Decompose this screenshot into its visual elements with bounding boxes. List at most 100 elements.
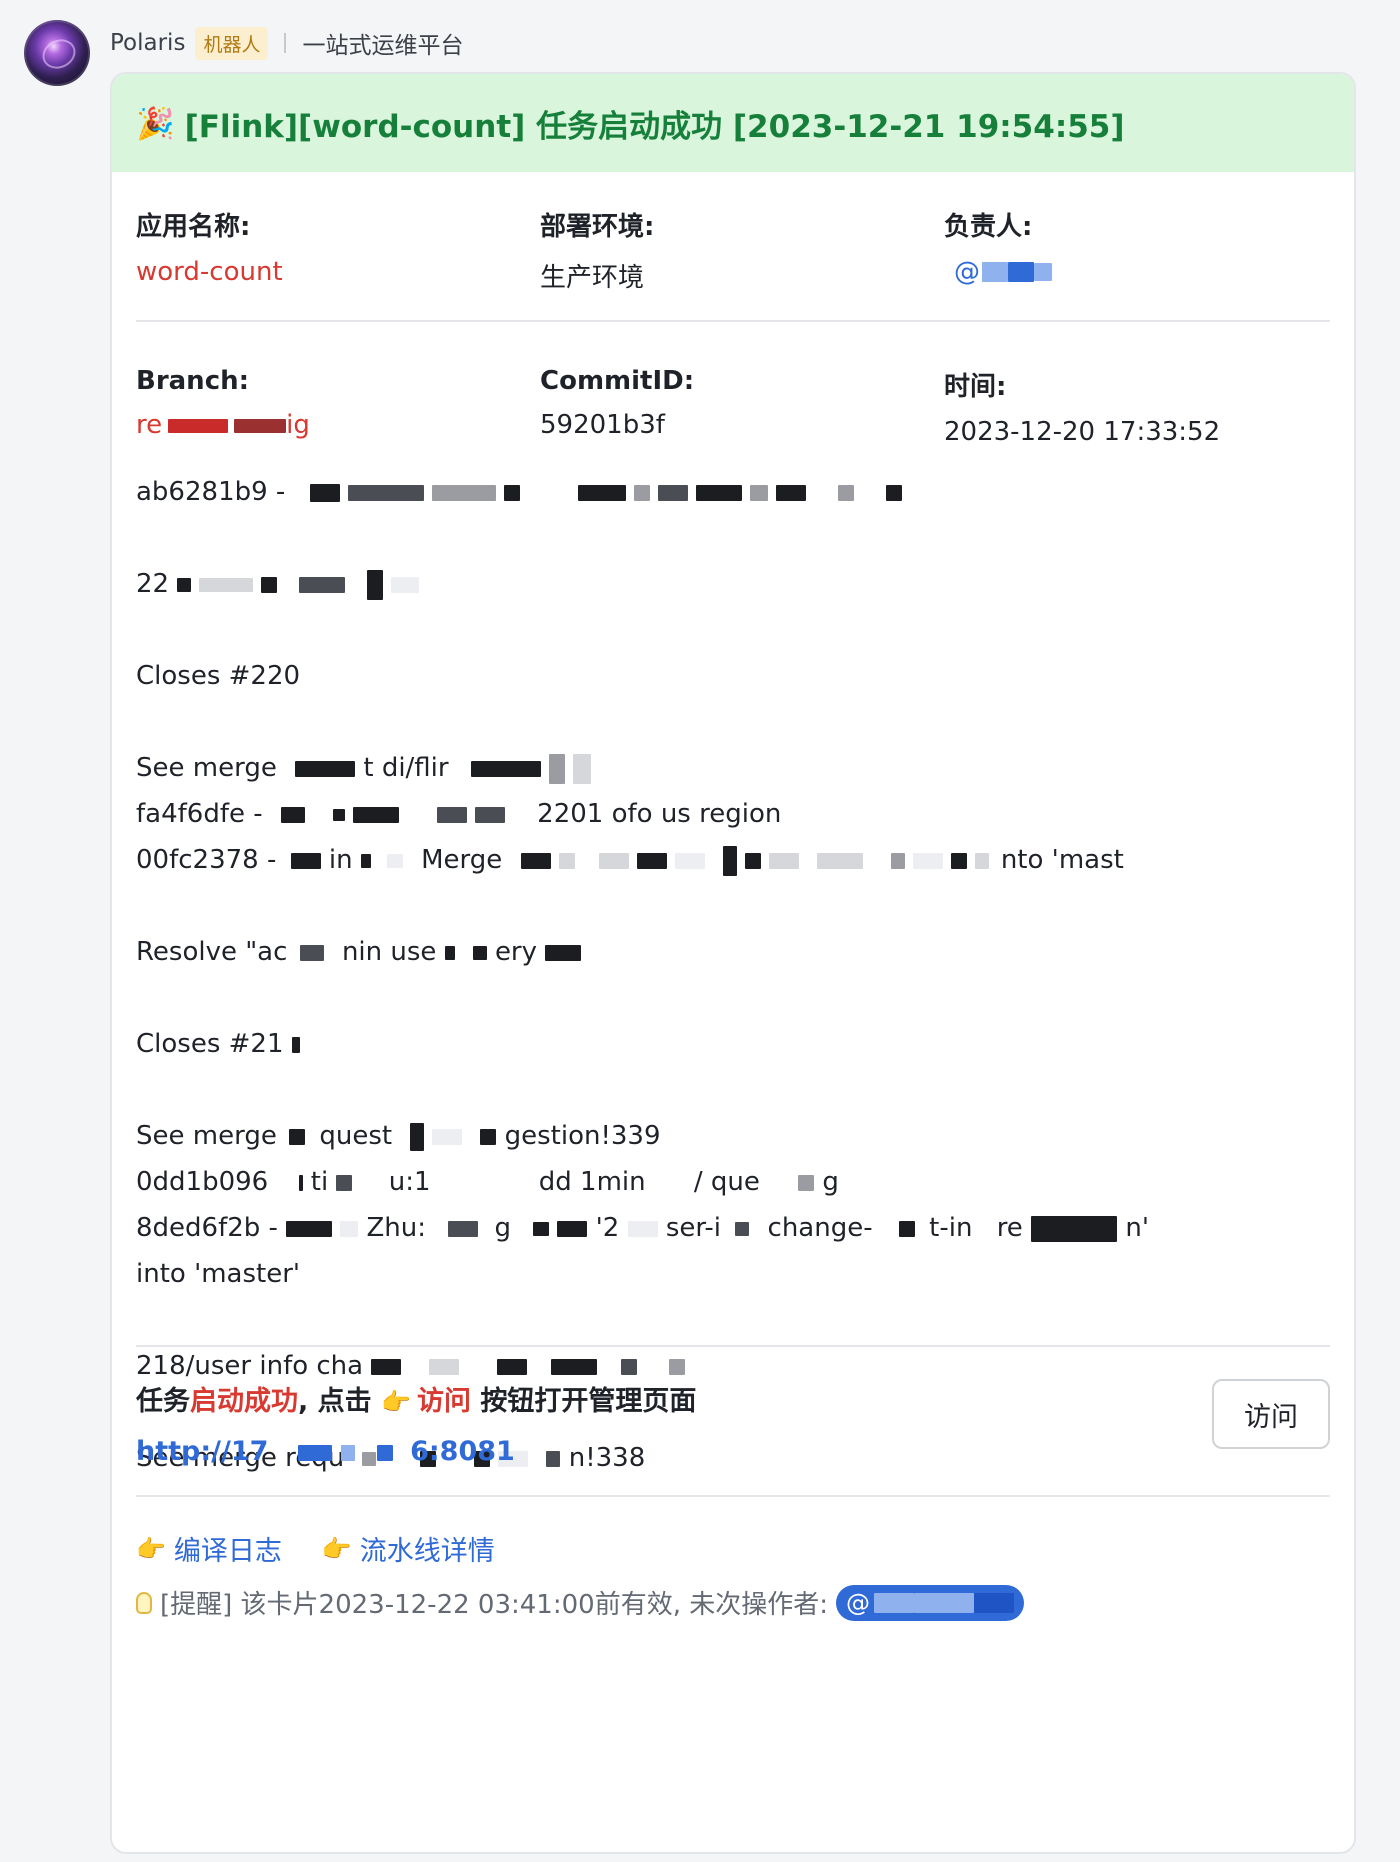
redacted-block	[598, 852, 629, 869]
commit-fragment: nto 'mast	[1000, 845, 1124, 875]
redacted-block	[448, 1220, 479, 1237]
owner-mention-at: @	[954, 257, 980, 287]
build-log-link[interactable]: 👉 编译日志	[136, 1529, 282, 1568]
mention-at: @	[845, 1588, 870, 1617]
card-title: 🎉 [Flink][word-count] 任务启动成功 [2023-12-21…	[112, 74, 1354, 172]
redacted-block	[367, 569, 384, 600]
redacted-block	[347, 484, 424, 501]
commit-line-text: 22	[136, 569, 170, 599]
action-text-part: 按钮打开管理页面	[470, 1386, 697, 1417]
redacted-block	[289, 1128, 306, 1145]
commit-fragment: change-	[767, 1213, 873, 1243]
redacted-block	[735, 1221, 750, 1236]
action-text-highlight: 启动成功	[190, 1386, 298, 1417]
branch-field: Branch: re ig	[136, 366, 540, 447]
redacted-block	[432, 1128, 463, 1145]
branch-label: Branch:	[136, 366, 250, 396]
redacted-block	[280, 806, 305, 823]
redacted-block	[168, 418, 229, 433]
redacted-block	[291, 1036, 300, 1053]
redacted-block	[261, 576, 278, 593]
redacted-block	[340, 1220, 359, 1237]
commit-fragment: nin use	[341, 937, 437, 967]
commit-line-text: ab6281b9 -	[136, 477, 286, 507]
owner-mention[interactable]: @	[954, 257, 1052, 287]
redacted-block	[744, 852, 761, 869]
redacted-block	[299, 576, 346, 593]
redacted-block	[410, 1122, 425, 1151]
app-info-row: 应用名称: word-count 部署环境: 生产环境 负责人: @	[136, 172, 1330, 322]
action-text: 任务启动成功, 点击 👉 访问 按钮打开管理页面	[136, 1379, 696, 1418]
env-label: 部署环境:	[540, 212, 655, 242]
redacted-block	[912, 852, 943, 869]
redacted-block	[199, 577, 254, 592]
commit-line: See merge quest gestion!339	[136, 1113, 1330, 1159]
redacted-block	[695, 484, 742, 501]
commit-line-text: Resolve "ac	[136, 937, 288, 967]
commit-line-text: 218/user info cha	[136, 1351, 364, 1381]
commit-line: 8ded6f2b - Zhu: g '2 ser-i change- t-in …	[136, 1205, 1330, 1251]
redacted-block	[973, 1592, 1014, 1613]
redacted-block	[332, 808, 345, 821]
card-title-text: [Flink][word-count] 任务启动成功 [2023-12-21 1…	[184, 108, 1125, 145]
redacted-block	[577, 484, 626, 501]
redacted-block	[429, 1358, 460, 1375]
time-field: 时间: 2023-12-20 17:33:52	[944, 366, 1334, 447]
commit-line: 22	[136, 561, 1330, 607]
branch-value: re ig	[136, 410, 540, 440]
redacted-block	[474, 806, 505, 823]
commit-fragment: quest	[319, 1121, 393, 1151]
redacted-block	[627, 1220, 658, 1237]
commit-fragment: Zhu:	[366, 1213, 426, 1243]
manage-url-link[interactable]: http://17 6:8081	[136, 1436, 696, 1467]
redacted-block	[798, 1174, 815, 1191]
redacted-block	[336, 1174, 353, 1191]
commit-fragment: ery	[494, 937, 538, 967]
redacted-block	[674, 852, 705, 869]
redacted-block	[391, 576, 420, 593]
commit-line-text: 8ded6f2b -	[136, 1213, 278, 1243]
url-suffix: 6:8081	[410, 1436, 515, 1467]
redacted-block	[352, 806, 399, 823]
bot-avatar[interactable]	[24, 20, 90, 86]
commit-line: See merge t di/flir	[136, 745, 1330, 791]
visit-button[interactable]: 访问	[1212, 1379, 1330, 1449]
sender-name[interactable]: Polaris	[110, 30, 185, 56]
commit-fragment: n'	[1125, 1213, 1149, 1243]
header-divider	[284, 33, 287, 53]
pipeline-detail-link[interactable]: 👉 流水线详情	[322, 1529, 495, 1568]
branch-suffix: ig	[286, 410, 310, 440]
commit-fragment: ti	[310, 1167, 329, 1197]
commit-fragment: in	[328, 845, 353, 875]
app-name-value: word-count	[136, 257, 283, 287]
commit-fragment: u:1	[388, 1167, 431, 1197]
redacted-block	[497, 1358, 528, 1375]
lightbulb-icon	[136, 1591, 152, 1614]
commit-fragment: Merge	[421, 845, 503, 875]
link-label: 编译日志	[173, 1536, 282, 1567]
redacted-block	[177, 577, 192, 592]
redacted-block	[913, 1592, 974, 1613]
redacted-block	[558, 852, 575, 869]
commit-line-text: See merge	[136, 753, 277, 783]
action-text-highlight: 访问	[416, 1386, 471, 1417]
redacted-block	[621, 1358, 638, 1375]
commit-fragment: ser-i	[665, 1213, 721, 1243]
redacted-block	[837, 484, 854, 501]
redacted-block	[299, 944, 324, 961]
redacted-block	[360, 853, 371, 868]
bot-badge: 机器人	[195, 26, 269, 60]
message-header: Polaris 机器人 一站式运维平台	[110, 24, 463, 62]
env-field: 部署环境: 生产环境	[540, 206, 944, 320]
redacted-block	[298, 1174, 303, 1191]
redacted-block	[444, 945, 455, 960]
footer-links: 👉 编译日志 👉 流水线详情	[136, 1497, 1330, 1568]
redacted-block	[557, 1220, 588, 1237]
operator-mention[interactable]: @	[835, 1584, 1024, 1621]
commit-id-label: CommitID:	[540, 366, 695, 396]
commit-log: ab6281b9 - 22 Closes #220 See merge t di…	[136, 469, 1330, 1473]
commit-line-text: 0dd1b096	[136, 1167, 269, 1197]
redacted-block	[480, 1128, 497, 1145]
time-label: 时间:	[944, 372, 1007, 402]
app-name-field: 应用名称: word-count	[136, 206, 540, 320]
